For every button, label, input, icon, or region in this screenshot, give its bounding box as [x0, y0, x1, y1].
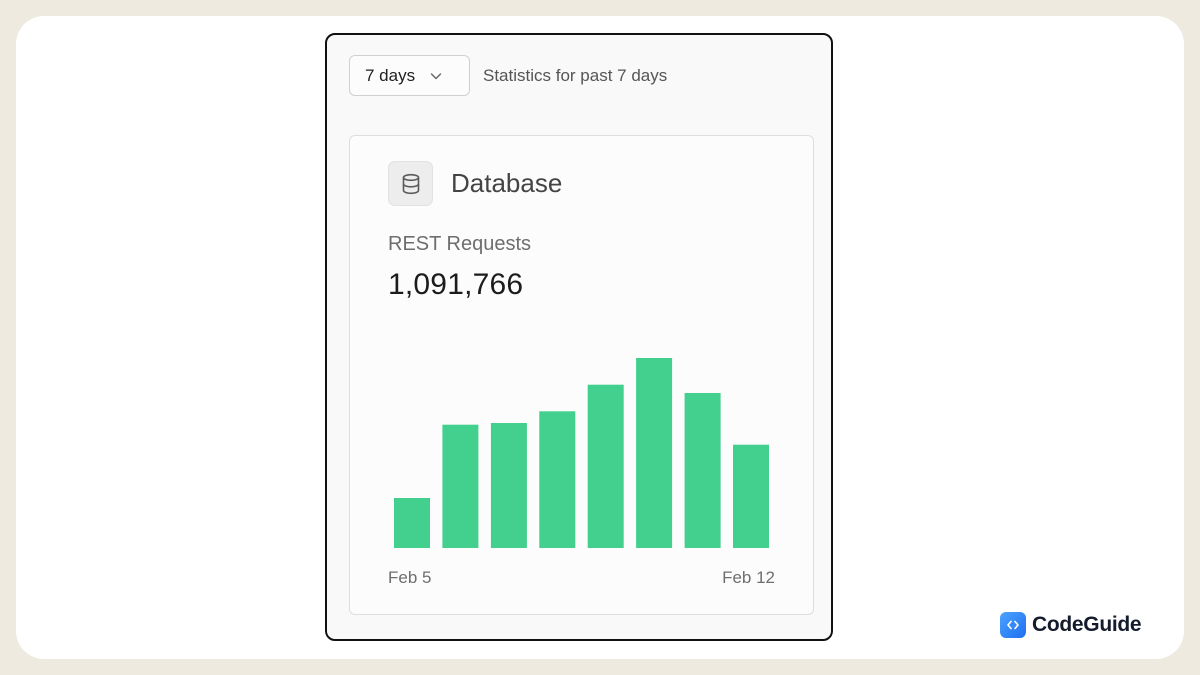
toolbar: 7 days Statistics for past 7 days	[349, 55, 667, 96]
requests-bar-chart	[394, 358, 769, 548]
chart-bar-3	[490, 423, 527, 548]
chart-bar-2	[442, 424, 479, 548]
database-card: Database REST Requests 1,091,766 Feb 5 F…	[349, 135, 814, 615]
metric-value: 1,091,766	[388, 268, 524, 301]
x-axis-end-label: Feb 12	[722, 568, 775, 587]
chart-bar-4	[539, 411, 576, 548]
stats-period-text: Statistics for past 7 days	[483, 65, 668, 85]
chart-bar-6	[636, 358, 673, 548]
brand-name: CodeGuide	[1032, 613, 1142, 636]
statistics-panel: 7 days Statistics for past 7 days Databa…	[325, 33, 833, 641]
code-brackets-icon	[1000, 612, 1026, 638]
date-range-select[interactable]: 7 days	[349, 55, 470, 96]
brand-logo: CodeGuide	[1000, 612, 1142, 638]
date-range-value: 7 days	[365, 65, 416, 85]
chart-bar-8	[733, 444, 769, 548]
chart-bar-7	[684, 393, 721, 548]
database-icon	[388, 161, 433, 206]
chart-bar-5	[587, 384, 624, 548]
x-axis-start-label: Feb 5	[388, 568, 432, 587]
chart-bar-1	[394, 498, 430, 548]
card-header: Database	[388, 161, 562, 206]
chevron-down-icon	[430, 72, 442, 79]
card-title: Database	[451, 168, 563, 198]
metric-label: REST Requests	[388, 233, 532, 255]
